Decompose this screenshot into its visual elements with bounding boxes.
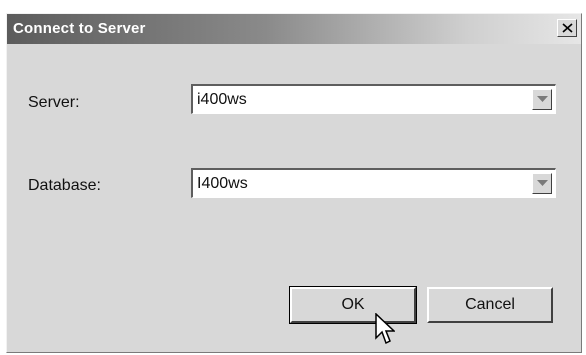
chevron-down-icon <box>537 180 548 186</box>
chevron-down-icon <box>537 96 548 102</box>
database-label: Database: <box>28 177 101 194</box>
database-value: I400ws <box>197 175 248 192</box>
ok-button[interactable]: OK <box>289 286 417 324</box>
database-dropdown-button[interactable] <box>532 173 552 194</box>
server-combobox[interactable]: i400ws <box>191 84 556 114</box>
cancel-button[interactable]: Cancel <box>427 287 553 323</box>
close-button[interactable] <box>557 19 577 37</box>
database-combobox[interactable]: I400ws <box>191 168 556 198</box>
connect-dialog: Connect to Server Server: i400ws Databas… <box>6 13 582 353</box>
server-dropdown-button[interactable] <box>532 89 552 110</box>
mouse-pointer-icon <box>375 313 395 345</box>
close-icon <box>562 23 573 33</box>
title-bar[interactable]: Connect to Server <box>7 14 581 44</box>
server-label: Server: <box>28 94 80 111</box>
dialog-title: Connect to Server <box>13 20 146 37</box>
server-value: i400ws <box>197 91 247 108</box>
